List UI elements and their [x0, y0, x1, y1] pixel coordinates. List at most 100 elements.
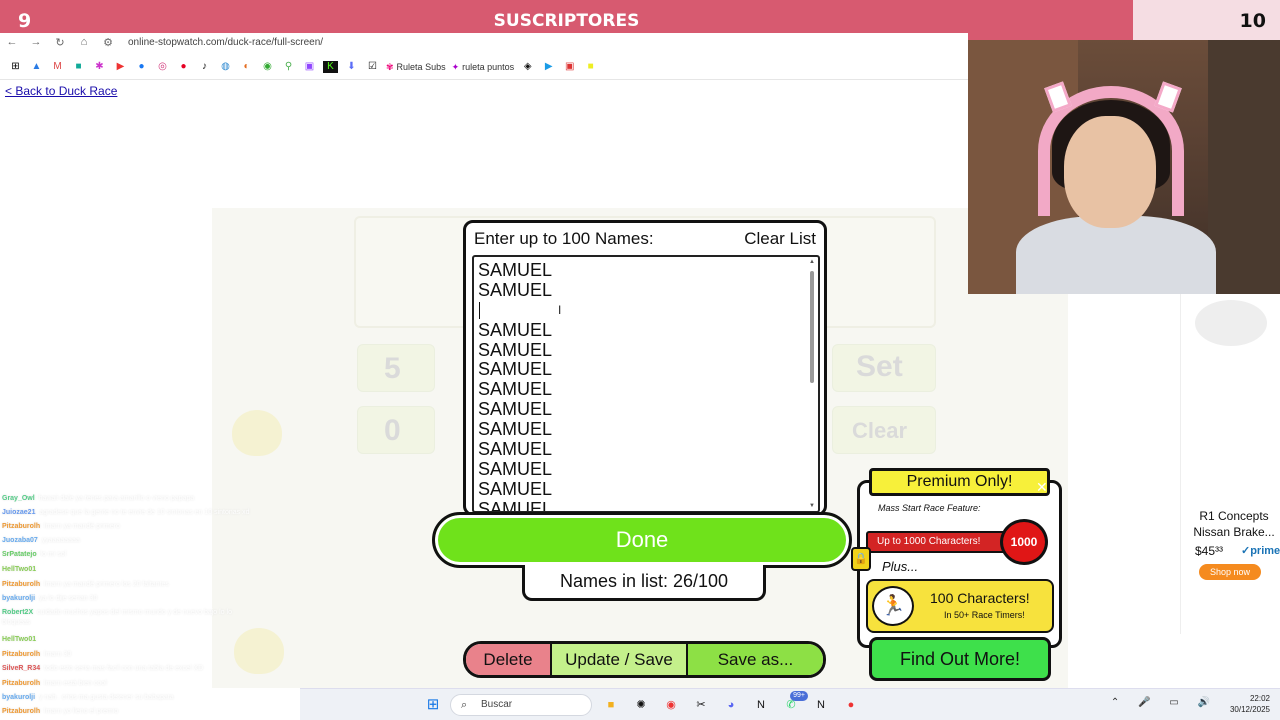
taskbar-search[interactable]: ⌕ Buscar [450, 694, 592, 716]
characters-feature-box: 🏃 100 Characters! In 50+ Race Timers! [866, 579, 1054, 633]
product-ad[interactable]: R1 Concepts Nissan Brake... $45³³ ✓prime… [1180, 294, 1280, 634]
windows-taskbar: ⊞ ⌕ Buscar ■ ✺ ◉ ✂ ◕ N ✆ 99+ N ● ⌃ 🎤 ▭ 🔊… [300, 688, 1280, 720]
facebook-icon[interactable]: ● [134, 61, 149, 73]
banner-title: SUSCRIPTORES [493, 11, 640, 31]
clear-list-button[interactable]: Clear List [744, 229, 816, 249]
update-save-button[interactable]: Update / Save [552, 644, 688, 675]
name-line: SAMUEL [478, 399, 553, 420]
webcam-overlay [968, 40, 1280, 294]
notion-icon[interactable]: N [812, 696, 830, 714]
back-arrow-icon[interactable]: ← [0, 36, 24, 48]
maps-icon[interactable]: ⚲ [281, 61, 296, 73]
gmail-icon[interactable]: M [50, 61, 65, 73]
address-bar[interactable]: online-stopwatch.com/duck-race/full-scre… [128, 37, 323, 48]
characters-feature-subtitle: In 50+ Race Timers! [944, 610, 1025, 620]
taskbar-clock[interactable]: 22:02 30/12/2025 [1230, 693, 1270, 715]
chat-message: Juozaba07: yyaaaaaaaa [2, 537, 80, 544]
chat-message: Pitzaburolh: lmarn ya mandé primero [2, 523, 120, 530]
chat-message: HellTwo01: [2, 566, 39, 573]
site-info-icon[interactable]: ⚙ [96, 36, 120, 49]
apps-grid-icon[interactable]: ⊞ [8, 61, 23, 73]
done-button[interactable]: Done [432, 512, 852, 568]
name-line: SAMUEL [478, 319, 553, 340]
pinterest-icon[interactable]: ● [176, 61, 191, 73]
bookmark-ruleta-subs[interactable]: ✾ Ruleta Subs [386, 62, 446, 73]
wheel-icon: ✦ [451, 61, 460, 72]
chat-message: Robert2X: cuidado muchos yapos del mismo… [2, 609, 232, 616]
save-as-button[interactable]: Save as... [688, 644, 823, 675]
scroll-down-icon[interactable]: ▼ [808, 503, 816, 509]
bookmark-green-icon[interactable]: ◉ [260, 61, 275, 73]
name-line: SAMUEL [478, 458, 553, 479]
reload-icon[interactable]: ↻ [48, 36, 72, 49]
slack-icon[interactable]: ✱ [92, 61, 107, 73]
discord-icon[interactable]: ◕ [722, 696, 740, 714]
chat-message: HellTwo01: [2, 636, 39, 643]
chat-message: Pitzaburolh: lmarn yo lleno el premio [2, 708, 119, 715]
scroll-thumb[interactable] [810, 271, 814, 383]
close-icon[interactable]: ✕ [1036, 479, 1048, 496]
name-line: SAMUEL [478, 359, 553, 380]
scroll-up-icon[interactable]: ▲ [808, 259, 816, 265]
notion-icon[interactable]: N [752, 696, 770, 714]
ad-title[interactable]: R1 Concepts Nissan Brake... [1191, 508, 1277, 540]
chat-message: SilveR_R34: todo esto seria mas facil co… [2, 665, 204, 672]
browser-nav-row: ← → ↻ ⌂ ⚙ online-stopwatch.com/duck-race… [0, 33, 968, 51]
names-modal-heading: Enter up to 100 Names: [474, 229, 654, 248]
capcut-icon[interactable]: ✂ [692, 696, 710, 714]
chat-message: SrPatatejo: lo mi sol [2, 551, 67, 558]
name-line: SAMUEL [478, 419, 553, 440]
find-out-more-button[interactable]: Find Out More! [869, 637, 1051, 681]
names-modal: Enter up to 100 Names: Clear List SAMUEL… [463, 220, 827, 516]
digit-ghost-text: 0 [384, 414, 401, 447]
name-line: SAMUEL [478, 279, 553, 300]
mass-start-label: Mass Start Race Feature: [878, 503, 981, 513]
chatgpt-icon[interactable]: ✺ [632, 696, 650, 714]
bookmark-ruleta-puntos[interactable]: ✦ ruleta puntos [452, 62, 515, 73]
download-icon[interactable]: ⬇ [344, 61, 359, 73]
instagram-icon[interactable]: ◎ [155, 61, 170, 73]
checkbox-icon[interactable]: ☑ [365, 61, 380, 73]
clock-time: 22:02 [1249, 694, 1270, 703]
file-explorer-icon[interactable]: ■ [602, 696, 620, 714]
bookmark-dark-icon[interactable]: ◈ [520, 61, 535, 73]
browser-chrome: ← → ↻ ⌂ ⚙ online-stopwatch.com/duck-race… [0, 33, 968, 80]
name-line: SAMUEL [478, 339, 553, 360]
web-icon[interactable]: ◍ [218, 61, 233, 73]
bookmark-orange-icon[interactable]: ◐ [239, 61, 254, 73]
windows-start-icon[interactable]: ⊞ [424, 696, 442, 714]
name-line: SAMUEL [478, 498, 553, 513]
system-tray[interactable]: ⌃ 🎤 ▭ 🔊 [1111, 697, 1218, 708]
chrome-icon[interactable]: ◉ [662, 696, 680, 714]
kick-icon[interactable]: K [323, 61, 338, 73]
digit-ghost-text: 5 [384, 352, 401, 385]
play-icon[interactable]: ▶ [541, 61, 556, 73]
premium-title: Premium Only! [869, 468, 1050, 496]
delete-button[interactable]: Delete [466, 644, 552, 675]
back-to-duck-race-link[interactable]: < Back to Duck Race [5, 84, 117, 98]
bookmark-yellow-icon[interactable]: ■ [583, 61, 598, 73]
lock-icon: 🔒 [851, 547, 871, 571]
chat-message: bloqueas [2, 619, 31, 626]
list-action-bar: Delete Update / Save Save as... [463, 641, 826, 678]
twitch-icon[interactable]: ▣ [302, 61, 317, 73]
textarea-scrollbar[interactable]: ▲ ▼ [808, 259, 816, 509]
bookmarks-bar: ⊞ ▲ M ■ ✱ ▶ ● ◎ ● ♪ ◍ ◐ ◉ ⚲ ▣ K ⬇ ☑ ✾ Rul… [0, 59, 968, 75]
names-textarea[interactable]: SAMUEL SAMUEL SAMUEL SAMUEL SAMUEL SAMUE… [472, 255, 820, 513]
chat-message: Pitzaburolh: lmarn 30 [2, 651, 72, 658]
meet-icon[interactable]: ■ [71, 61, 86, 73]
app-icon[interactable]: ● [842, 696, 860, 714]
subscriber-goal-count: 10 [1239, 10, 1266, 32]
name-line: SAMUEL [478, 478, 553, 499]
home-icon[interactable]: ⌂ [72, 36, 96, 48]
shop-now-button[interactable]: Shop now [1199, 564, 1261, 580]
tiktok-icon[interactable]: ♪ [197, 61, 212, 73]
youtube-icon[interactable]: ▶ [113, 61, 128, 73]
drive-icon[interactable]: ▲ [29, 61, 44, 73]
characters-feature-title: 100 Characters! [930, 590, 1030, 606]
notification-badge: 99+ [790, 691, 808, 701]
bookmark-red-icon[interactable]: ▣ [562, 61, 577, 73]
running-man-icon: 🏃 [872, 586, 914, 626]
name-line: SAMUEL [478, 439, 553, 460]
forward-arrow-icon[interactable]: → [24, 36, 48, 48]
